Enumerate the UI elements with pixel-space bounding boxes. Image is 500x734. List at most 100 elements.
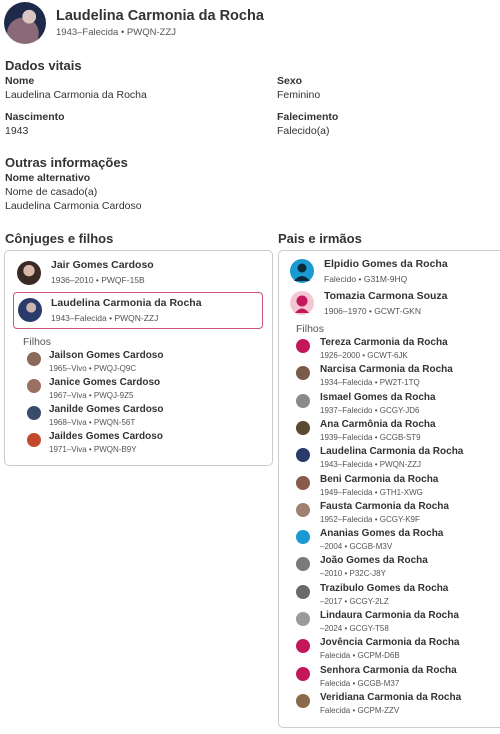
spouse-name: Jair Gomes Cardoso [51, 259, 154, 271]
sibling-meta: Falecida • GCPM-ZZV [320, 705, 400, 715]
sibling-row[interactable]: Ana Carmônia da Rocha 1939–Falecida • GCG… [296, 419, 496, 446]
sibling-row[interactable]: Jovência Carmonia da Rocha Falecida • GCP… [296, 637, 496, 664]
child-name: Janice Gomes Cardoso [49, 377, 161, 388]
sibling-row[interactable]: Lindaura Carmonia da Rocha –2024 • GCGY-T… [296, 610, 496, 637]
sibling-row[interactable]: Laudelina Carmonia da Rocha 1943–Falecida… [296, 446, 496, 473]
alt-name-label: Nome alternativo [5, 172, 91, 184]
self-avatar [18, 298, 42, 322]
sibling-row[interactable]: Ananias Gomes da Rocha –2004 • GCGB-M3V [296, 528, 496, 555]
sibling-avatar [296, 448, 310, 463]
sibling-name: Tereza Carmonia da Rocha [320, 337, 448, 348]
female-person-icon [290, 291, 314, 315]
sibling-row[interactable]: João Gomes da Rocha –2010 • P32C-J8Y [296, 555, 496, 582]
self-meta: 1943–Falecida • PWQN-ZZJ [51, 313, 159, 323]
sibling-meta: 1926–2000 • GCWT-6JK [320, 351, 408, 360]
child-avatar [27, 406, 41, 420]
person-name: Laudelina Carmonia da Rocha [56, 8, 264, 24]
sibling-row[interactable]: Veridiana Carmonia da Rocha Falecida • GC… [296, 692, 496, 719]
name-label: Nome [5, 75, 35, 87]
sibling-avatar [296, 693, 310, 708]
sibling-meta: 1937–Falecido • GCGY-JD6 [320, 405, 420, 415]
birth-label: Nascimento [5, 111, 65, 123]
sex-label: Sexo [277, 75, 303, 87]
child-avatar [27, 433, 41, 447]
sibling-name: Ana Carmônia da Rocha [320, 418, 436, 430]
sibling-meta: –2010 • P32C-J8Y [320, 569, 386, 579]
person-meta: 1943–Falecida • PWQN-ZZJ [56, 27, 177, 38]
sibling-meta: 1952–Falecida • GCGY-K9F [320, 514, 420, 524]
birth-value: 1943 [5, 125, 29, 137]
death-value: Falecido(a) [277, 125, 330, 137]
spouses-title: Cônjuges e filhos [5, 231, 114, 246]
sibling-avatar [296, 366, 310, 381]
sex-value: Feminino [277, 89, 321, 101]
sibling-row[interactable]: Fausta Carmonia da Rocha 1952–Falecida • … [296, 501, 496, 528]
mother-meta: 1906–1970 • GCWT-GKN [324, 306, 421, 316]
sibling-row[interactable]: Tereza Carmonia da Rocha 1926–2000 • GCWT… [296, 337, 496, 364]
sibling-name: Ananias Gomes da Rocha [320, 528, 444, 540]
sibling-avatar [296, 666, 310, 681]
child-avatar [27, 352, 41, 366]
sibling-meta: –2024 • GCGY-T58 [320, 624, 389, 633]
spouse-row[interactable]: Jair Gomes Cardoso 1936–2010 • PWQF-15B [15, 259, 265, 289]
sibling-name: Ismael Gomes da Rocha [320, 391, 436, 403]
sibling-meta: Falecida • GCPM-D6B [320, 651, 400, 661]
married-name-label: Nome de casado(a) [5, 186, 98, 198]
selected-person-row[interactable]: Laudelina Carmonia da Rocha 1943–Falecid… [13, 292, 263, 329]
sibling-name: Trazibulo Gomes da Rocha [320, 582, 449, 594]
child-row[interactable]: Janilde Gomes Cardoso 1968–Viva • PWQN-5… [27, 404, 267, 430]
sibling-name: Beni Carmonia da Rocha [320, 473, 439, 485]
sibling-avatar [296, 502, 310, 517]
sibling-name: Laudelina Carmonia da Rocha [320, 446, 464, 458]
father-row[interactable]: Elpidio Gomes da Rocha Falecido • G31M-9… [290, 257, 490, 287]
married-name-value: Laudelina Carmonia Cardoso [5, 200, 142, 212]
death-label: Falecimento [277, 111, 339, 123]
sibling-avatar [296, 420, 310, 435]
spouse-meta: 1936–2010 • PWQF-15B [51, 275, 145, 285]
sibling-meta: 1939–Falecida • GCGB-ST9 [320, 432, 421, 442]
child-meta: 1967–Viva • PWQJ-9Z5 [49, 391, 134, 400]
self-name: Laudelina Carmonia da Rocha [51, 297, 202, 309]
child-name: Jailson Gomes Cardoso [49, 350, 164, 361]
spouses-card: Jair Gomes Cardoso 1936–2010 • PWQF-15B … [4, 250, 273, 466]
child-row[interactable]: Jailson Gomes Cardoso 1965–Vivo • PWQJ-Q… [27, 350, 267, 376]
child-name: Janilde Gomes Cardoso [49, 404, 164, 415]
sibling-row[interactable]: Ismael Gomes da Rocha 1937–Falecido • GCG… [296, 392, 496, 419]
sibling-avatar [296, 530, 310, 545]
mother-row[interactable]: Tomazia Carmona Souza 1906–1970 • GCWT-G… [290, 289, 490, 319]
parents-title: Pais e irmãos [278, 231, 362, 246]
sibling-avatar [296, 475, 310, 490]
person-avatar[interactable] [4, 2, 46, 44]
sibling-row[interactable]: Beni Carmonia da Rocha 1949–Falecida • GT… [296, 474, 496, 501]
sibling-row[interactable]: Narcisa Carmonia da Rocha 1934–Falecida •… [296, 364, 496, 391]
sibling-name: Senhora Carmonia da Rocha [320, 664, 457, 676]
sibling-meta: –2017 • GCGY-2LZ [320, 596, 389, 606]
spouse-avatar [17, 261, 41, 285]
mother-name: Tomazia Carmona Souza [324, 290, 448, 302]
sibling-meta: Falecida • GCGB-M37 [320, 678, 400, 688]
sibling-name: Jovência Carmonia da Rocha [320, 637, 460, 649]
sibling-row[interactable]: Trazibulo Gomes da Rocha –2017 • GCGY-2LZ [296, 583, 496, 610]
child-avatar [27, 379, 41, 393]
father-name: Elpidio Gomes da Rocha [324, 258, 448, 270]
sibling-row[interactable]: Senhora Carmonia da Rocha Falecida • GCGB… [296, 665, 496, 692]
child-row[interactable]: Janice Gomes Cardoso 1967–Viva • PWQJ-9Z… [27, 377, 267, 403]
child-name: Jaildes Gomes Cardoso [49, 431, 163, 442]
sibling-avatar [296, 584, 310, 599]
sibling-name: Veridiana Carmonia da Rocha [320, 691, 462, 703]
sibling-meta: 1949–Falecida • GTH1-XWG [320, 487, 423, 497]
children-label: Filhos [23, 336, 52, 348]
sibling-name: João Gomes da Rocha [320, 555, 428, 567]
vitals-title: Dados vitais [5, 58, 82, 73]
child-meta: 1965–Vivo • PWQJ-Q9C [49, 364, 137, 373]
sibling-avatar [296, 639, 310, 654]
child-meta: 1968–Viva • PWQN-56T [49, 418, 136, 427]
person-header: Laudelina Carmonia da Rocha 1943–Falecid… [4, 2, 494, 44]
name-value: Laudelina Carmonia da Rocha [5, 89, 147, 101]
sibling-name: Lindaura Carmonia da Rocha [320, 610, 459, 621]
child-row[interactable]: Jaildes Gomes Cardoso 1971–Viva • PWQN-B… [27, 431, 267, 457]
sibling-name: Narcisa Carmonia da Rocha [320, 364, 453, 376]
father-meta: Falecido • G31M-9HQ [324, 274, 408, 284]
sibling-meta: 1934–Falecida • PW2T-1TQ [320, 378, 420, 388]
sibling-name: Fausta Carmonia da Rocha [320, 500, 449, 512]
